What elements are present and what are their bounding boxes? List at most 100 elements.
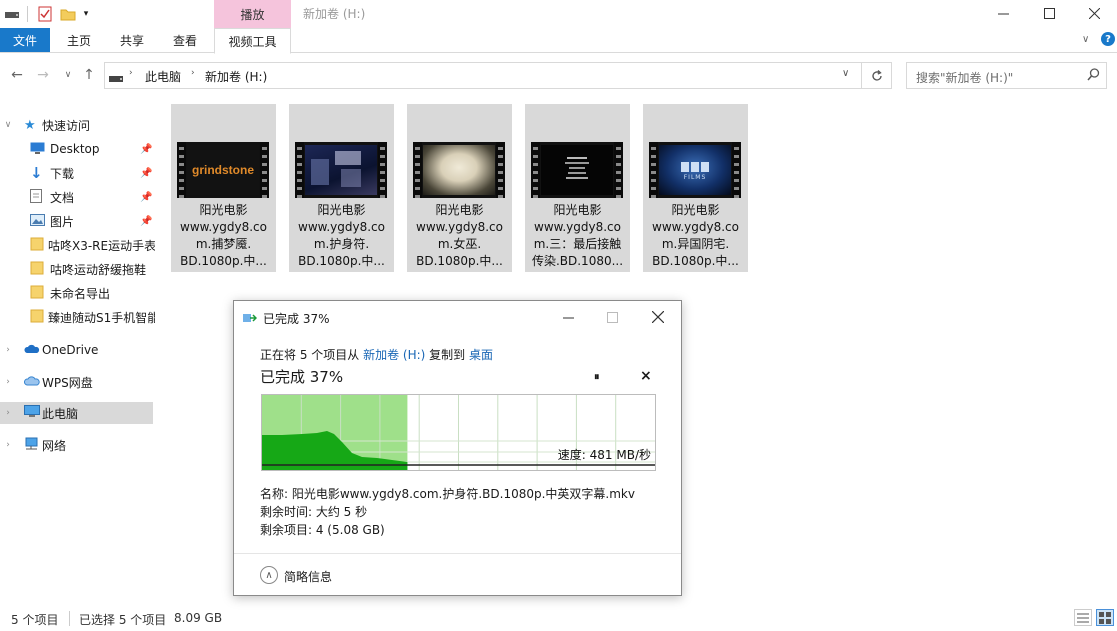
sidebar-item-network[interactable]: › 网络	[0, 434, 155, 456]
address-dropdown-icon[interactable]: ∨	[842, 68, 849, 79]
sidebar-item-folder-1[interactable]: 咕咚X3-RE运动手表	[0, 234, 155, 256]
recent-locations-icon[interactable]: ∨	[62, 66, 74, 84]
expand-chevron-icon[interactable]: ›	[2, 345, 14, 355]
film-strip-icon	[177, 142, 186, 198]
large-icons-view-icon	[1099, 611, 1111, 624]
pin-icon[interactable]: 📌	[140, 168, 152, 179]
tab-file[interactable]: 文件	[0, 28, 50, 52]
breadcrumb-chevron-icon[interactable]: ›	[129, 68, 133, 78]
tab-video-tools[interactable]: 视频工具	[214, 28, 291, 54]
file-tile[interactable]: grindstone 阳光电影 www.ygdy8.co m.捕梦魇. BD.1080…	[171, 104, 276, 272]
computer-icon	[24, 405, 40, 421]
download-icon: ↓	[30, 164, 43, 182]
file-tile[interactable]: 阳光电影 www.ygdy8.co m.女巫. BD.1080p.中...	[407, 104, 512, 272]
sidebar-item-folder-2[interactable]: 咕咚运动舒缓拖鞋	[0, 258, 155, 280]
forward-arrow-icon[interactable]: →	[34, 66, 52, 84]
search-icon[interactable]	[1087, 68, 1100, 84]
less-details-toggle[interactable]: 简略信息	[284, 568, 332, 585]
current-file-name: 名称: 阳光电影www.ygdy8.com.护身符.BD.1080p.中英双字幕…	[260, 487, 635, 501]
network-icon	[24, 437, 40, 453]
context-tab-group: 播放	[214, 0, 291, 28]
refresh-icon	[871, 69, 882, 81]
folder-icon	[30, 309, 44, 326]
pause-button[interactable]: ⏸	[594, 370, 600, 384]
video-thumbnail: grindstone	[177, 142, 269, 198]
status-separator	[69, 611, 70, 626]
qat-separator	[27, 6, 28, 22]
file-name: 阳光电影 www.ygdy8.co m.护身符. BD.1080p.中...	[298, 203, 385, 268]
ribbon-expand-icon[interactable]: ∨	[1082, 34, 1089, 45]
sidebar-item-folder-4[interactable]: 臻迪随动S1手机智能	[0, 306, 155, 328]
collapse-chevron-icon[interactable]: ∧	[260, 566, 278, 584]
breadcrumb-drive-h[interactable]: 新加卷 (H:)	[205, 68, 267, 85]
star-icon: ★	[24, 117, 36, 133]
drive-icon[interactable]	[5, 6, 19, 22]
sidebar-item-wps-cloud[interactable]: › WPS网盘	[0, 371, 155, 393]
video-thumbnail	[295, 142, 387, 198]
sidebar-item-desktop[interactable]: Desktop 📌	[0, 138, 155, 160]
file-name: 阳光电影 www.ygdy8.co m.异国阴宅. BD.1080p.中...	[652, 203, 739, 268]
sidebar-item-this-pc[interactable]: › 此电脑	[0, 402, 153, 424]
file-tile[interactable]: 阳光电影 www.ygdy8.co m.护身符. BD.1080p.中...	[289, 104, 394, 272]
sidebar-item-label: 未命名导出	[50, 286, 111, 301]
details-view-button[interactable]	[1074, 609, 1092, 626]
folder-icon	[30, 237, 44, 254]
maximize-button[interactable]	[1026, 0, 1072, 27]
sidebar-item-downloads[interactable]: ↓ 下载 📌	[0, 162, 155, 184]
speed-label: 速度: 481 MB/秒	[557, 448, 651, 462]
sidebar-item-folder-3[interactable]: 未命名导出	[0, 282, 155, 304]
sidebar-item-label: 臻迪随动S1手机智能	[48, 310, 155, 325]
pin-icon[interactable]: 📌	[140, 216, 152, 227]
pin-icon[interactable]: 📌	[140, 144, 152, 155]
file-tile[interactable]: 阳光电影 www.ygdy8.co m.三：最后接触 传染.BD.1080...	[525, 104, 630, 272]
film-strip-icon	[732, 142, 741, 198]
breadcrumb-chevron-icon[interactable]: ›	[191, 68, 195, 78]
expand-chevron-icon[interactable]: ›	[2, 408, 14, 418]
expand-chevron-icon[interactable]: ›	[2, 440, 14, 450]
large-icons-view-button[interactable]	[1096, 609, 1114, 626]
window-title: 新加卷 (H:)	[303, 7, 366, 21]
sidebar-item-documents[interactable]: 文档 📌	[0, 186, 155, 208]
folder-icon	[30, 261, 46, 278]
back-arrow-icon[interactable]: ←	[8, 66, 26, 84]
sidebar-item-pictures[interactable]: 图片 📌	[0, 210, 155, 232]
expand-chevron-icon[interactable]: ∨	[2, 120, 14, 130]
tab-share[interactable]: 共享	[108, 28, 156, 52]
expand-chevron-icon[interactable]: ›	[2, 377, 14, 387]
dialog-close-button[interactable]	[636, 303, 680, 331]
thumbnail-logo: grindstone	[192, 163, 254, 177]
sidebar-item-label: 咕咚X3-RE运动手表	[48, 238, 155, 253]
sidebar-item-onedrive[interactable]: › OneDrive	[0, 339, 155, 361]
tab-home[interactable]: 主页	[55, 28, 103, 52]
file-name: 阳光电影 www.ygdy8.co m.女巫. BD.1080p.中...	[416, 203, 503, 268]
up-arrow-icon[interactable]: ↑	[80, 66, 98, 84]
breadcrumb-this-pc[interactable]: 此电脑	[145, 68, 181, 85]
dialog-minimize-button[interactable]	[546, 303, 590, 331]
new-folder-icon[interactable]	[60, 6, 76, 22]
film-strip-icon	[496, 142, 505, 198]
film-strip-icon	[378, 142, 387, 198]
sidebar-item-label: 咕咚运动舒缓拖鞋	[50, 262, 147, 277]
tab-view[interactable]: 查看	[161, 28, 209, 52]
help-icon[interactable]: ?	[1101, 32, 1115, 46]
dialog-title: 已完成 37%	[263, 312, 330, 326]
close-button[interactable]	[1071, 0, 1117, 27]
refresh-button[interactable]	[862, 62, 892, 89]
source-link[interactable]: 新加卷 (H:)	[363, 348, 425, 362]
sidebar-item-label: WPS网盘	[42, 375, 93, 390]
sidebar-item-quick-access[interactable]: ∨ ★ 快速访问	[0, 114, 155, 136]
dialog-maximize-button	[590, 303, 634, 331]
qat-dropdown-icon[interactable]: ▾	[80, 6, 92, 22]
properties-icon[interactable]	[37, 6, 53, 22]
file-tile[interactable]: FILMS 阳光电影 www.ygdy8.co m.异国阴宅. BD.1080p.中.…	[643, 104, 748, 272]
time-remaining: 剩余时间: 大约 5 秒	[260, 505, 368, 519]
pin-icon[interactable]: 📌	[140, 192, 152, 203]
file-name: 阳光电影 www.ygdy8.co m.三：最后接触 传染.BD.1080...	[531, 203, 624, 268]
cancel-copy-button[interactable]: ×	[640, 368, 652, 384]
copy-to-label: 复制到	[429, 348, 466, 362]
minimize-button[interactable]	[980, 0, 1026, 27]
destination-link[interactable]: 桌面	[469, 348, 493, 362]
desktop-icon	[30, 142, 46, 157]
search-input[interactable]: 搜索"新加卷 (H:)"	[906, 62, 1107, 89]
transfer-speed-graph: 速度: 481 MB/秒	[261, 394, 656, 471]
